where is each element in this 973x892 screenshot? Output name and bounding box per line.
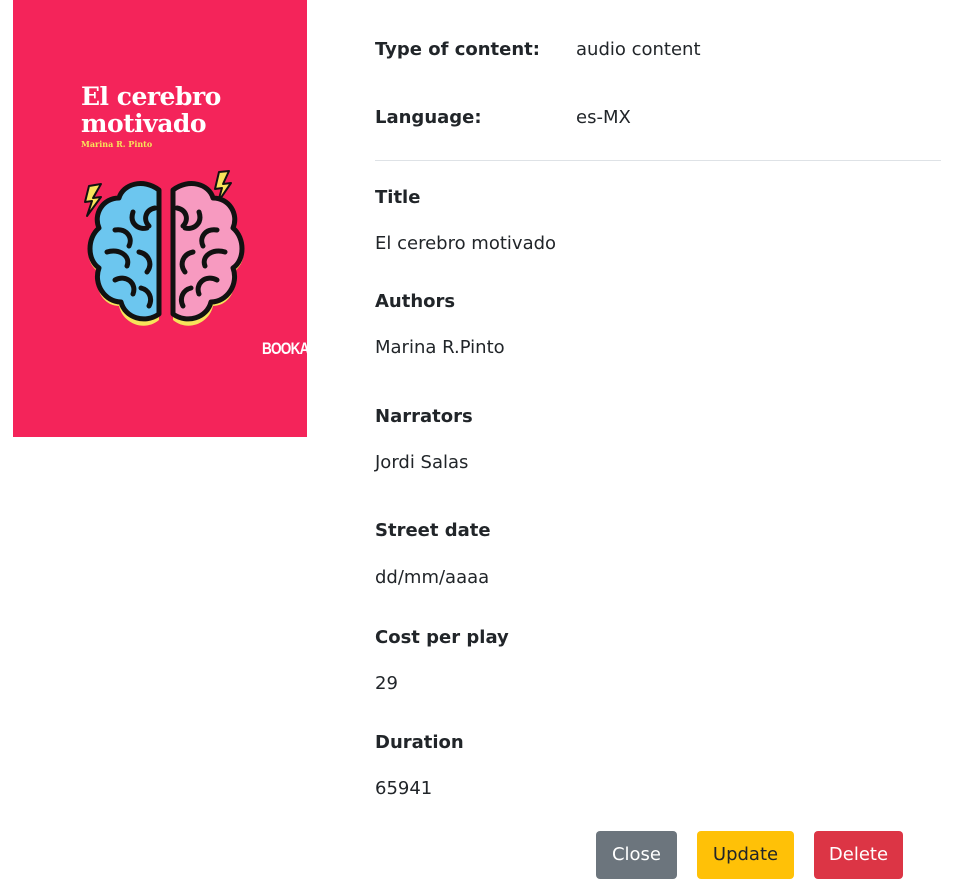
title-label: Title: [375, 187, 421, 208]
type-of-content-label: Type of content:: [375, 39, 540, 60]
duration-label: Duration: [375, 732, 464, 753]
cover-publisher-logo: BOOKA: [262, 339, 307, 358]
street-date-value: dd/mm/aaaa: [375, 567, 490, 588]
street-date-label: Street date: [375, 520, 491, 541]
cover-title-line-1: El cerebro: [81, 82, 221, 111]
close-button[interactable]: Close: [596, 831, 677, 879]
narrators-label: Narrators: [375, 406, 473, 427]
title-value: El cerebro motivado: [375, 233, 557, 254]
duration-value: 65941: [375, 778, 433, 799]
language-value: es-MX: [576, 107, 631, 128]
cover-image: El cerebro motivado Marina R. Pinto BOOK…: [13, 0, 307, 437]
cover-title-line-2: motivado: [81, 109, 207, 138]
cover-title: El cerebro motivado: [81, 83, 221, 137]
cost-per-play-label: Cost per play: [375, 627, 509, 648]
narrators-value: Jordi Salas: [375, 452, 469, 473]
language-label: Language:: [375, 107, 482, 128]
update-button[interactable]: Update: [697, 831, 794, 879]
brain-illustration-icon: [84, 170, 245, 326]
cover-author: Marina R. Pinto: [81, 139, 153, 149]
cost-per-play-value: 29: [375, 673, 398, 694]
type-of-content-value: audio content: [576, 39, 701, 60]
divider: [375, 160, 941, 161]
authors-label: Authors: [375, 291, 456, 312]
authors-value: Marina R.Pinto: [375, 337, 505, 358]
delete-button[interactable]: Delete: [814, 831, 903, 879]
